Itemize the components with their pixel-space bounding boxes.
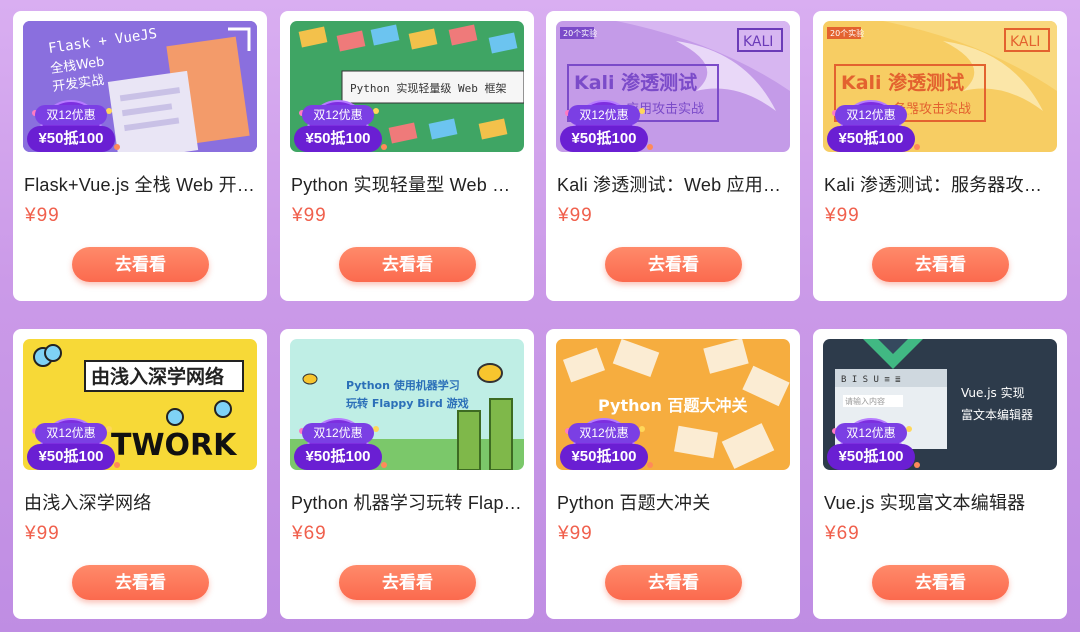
promo-badge-top: 双12优惠 — [568, 423, 640, 443]
course-price: ¥99 — [825, 205, 860, 226]
course-title[interactable]: Kali 渗透测试：Web 应用攻击实战 — [557, 171, 789, 197]
thumb-text: 富文本编辑器 — [961, 407, 1033, 422]
course-card[interactable]: Python 使用机器学习 玩转 Flappy Bird 游戏 双12优惠 ¥5… — [280, 329, 534, 619]
course-thumbnail[interactable]: 20个实验 KALI Kali 渗透测试 务器攻击实战 双12优惠 ¥50抵10… — [823, 21, 1057, 152]
course-card[interactable]: Flask + VueJS 全栈Web 开发实战 双12优惠 ¥50抵100 F… — [13, 11, 267, 301]
promo-badge-main: ¥50抵100 — [827, 126, 915, 152]
thumb-text: 20个实验 — [830, 28, 864, 38]
promo-badge-main: ¥50抵100 — [560, 444, 648, 470]
course-title[interactable]: Python 实现轻量型 Web 框架 — [291, 171, 523, 197]
thumb-text: 玩转 Flappy Bird 游戏 — [346, 396, 469, 410]
promo-badge: 双12优惠 ¥50抵100 — [23, 99, 123, 152]
promo-badge-top: 双12优惠 — [35, 423, 107, 443]
thumb-text: KALI — [1010, 34, 1040, 50]
course-price: ¥99 — [25, 205, 60, 226]
course-price: ¥99 — [558, 205, 593, 226]
view-course-button[interactable]: 去看看 — [872, 565, 1009, 600]
course-card[interactable]: 20个实验 KALI Kali 渗透测试 应用攻击实战 双12优惠 ¥50抵10… — [546, 11, 800, 301]
thumb-text: 由浅入深学网络 — [91, 365, 224, 388]
course-thumbnail[interactable]: Flask + VueJS 全栈Web 开发实战 双12优惠 ¥50抵100 — [23, 21, 257, 152]
course-card[interactable]: B I S U ≡ ≣ 请输入内容 Vue.js 实现 富文本编辑器 双12优惠… — [813, 329, 1067, 619]
thumb-text: Kali 渗透测试 — [841, 71, 964, 94]
promo-badge: 双12优惠 ¥50抵100 — [290, 99, 390, 152]
thumb-text: 20个实验 — [563, 28, 597, 38]
course-title[interactable]: Kali 渗透测试：服务器攻击实战 — [824, 171, 1056, 197]
promo-badge-main: ¥50抵100 — [560, 126, 648, 152]
promo-badge-top: 双12优惠 — [835, 423, 907, 443]
view-course-button[interactable]: 去看看 — [872, 247, 1009, 282]
promo-badge-main: ¥50抵100 — [27, 444, 115, 470]
promo-badge: 双12优惠 ¥50抵100 — [823, 99, 923, 152]
promo-badge: 双12优惠 ¥50抵100 — [23, 417, 123, 470]
promo-badge: 双12优惠 ¥50抵100 — [556, 99, 656, 152]
thumb-text: Python 百题大冲关 — [598, 396, 747, 415]
course-thumbnail[interactable]: 由浅入深学网络 TWORK 双12优惠 ¥50抵100 — [23, 339, 257, 470]
promo-badge-main: ¥50抵100 — [827, 444, 915, 470]
thumb-text: Python 实现轻量级 Web 框架 — [350, 81, 506, 95]
course-title[interactable]: 由浅入深学网络 — [24, 489, 256, 515]
course-thumbnail[interactable]: Python 使用机器学习 玩转 Flappy Bird 游戏 双12优惠 ¥5… — [290, 339, 524, 470]
thumb-text: Kali 渗透测试 — [574, 71, 697, 94]
thumb-text: KALI — [743, 34, 773, 50]
thumb-text: Vue.js 实现 — [961, 385, 1025, 400]
course-card[interactable]: Python 实现轻量级 Web 框架 双12优惠 ¥50抵100 Python… — [280, 11, 534, 301]
course-card[interactable]: 20个实验 KALI Kali 渗透测试 务器攻击实战 双12优惠 ¥50抵10… — [813, 11, 1067, 301]
course-price: ¥69 — [292, 523, 327, 544]
course-price: ¥69 — [825, 523, 860, 544]
svg-text:B I S U ≡ ≣: B I S U ≡ ≣ — [841, 375, 901, 385]
promo-badge-main: ¥50抵100 — [294, 126, 382, 152]
course-thumbnail[interactable]: Python 百题大冲关 双12优惠 ¥50抵100 — [556, 339, 790, 470]
course-price: ¥99 — [25, 523, 60, 544]
course-price: ¥99 — [558, 523, 593, 544]
promo-badge-main: ¥50抵100 — [27, 126, 115, 152]
thumb-text: TWORK — [111, 428, 238, 463]
course-price: ¥99 — [292, 205, 327, 226]
view-course-button[interactable]: 去看看 — [72, 247, 209, 282]
promo-badge-top: 双12优惠 — [835, 105, 907, 125]
view-course-button[interactable]: 去看看 — [72, 565, 209, 600]
thumb-text: 请输入内容 — [845, 396, 885, 406]
course-card[interactable]: 由浅入深学网络 TWORK 双12优惠 ¥50抵100 由浅入深学网络 ¥99 … — [13, 329, 267, 619]
view-course-button[interactable]: 去看看 — [605, 247, 742, 282]
course-title[interactable]: Python 机器学习玩转 Flappy Bird 游戏 — [291, 489, 523, 515]
course-thumbnail[interactable]: 20个实验 KALI Kali 渗透测试 应用攻击实战 双12优惠 ¥50抵10… — [556, 21, 790, 152]
course-title[interactable]: Vue.js 实现富文本编辑器 — [824, 489, 1056, 515]
promo-badge: 双12优惠 ¥50抵100 — [290, 417, 390, 470]
promo-badge-main: ¥50抵100 — [294, 444, 382, 470]
view-course-button[interactable]: 去看看 — [339, 247, 476, 282]
promo-badge: 双12优惠 ¥50抵100 — [823, 417, 923, 470]
promo-badge: 双12优惠 ¥50抵100 — [556, 417, 656, 470]
course-thumbnail[interactable]: Python 实现轻量级 Web 框架 双12优惠 ¥50抵100 — [290, 21, 524, 152]
course-thumbnail[interactable]: B I S U ≡ ≣ 请输入内容 Vue.js 实现 富文本编辑器 双12优惠… — [823, 339, 1057, 470]
view-course-button[interactable]: 去看看 — [339, 565, 476, 600]
promo-badge-top: 双12优惠 — [302, 423, 374, 443]
thumb-text: Python 使用机器学习 — [346, 378, 460, 392]
view-course-button[interactable]: 去看看 — [605, 565, 742, 600]
course-title[interactable]: Flask+Vue.js 全栈 Web 开发实战 — [24, 171, 256, 197]
course-card[interactable]: Python 百题大冲关 双12优惠 ¥50抵100 Python 百题大冲关 … — [546, 329, 800, 619]
promo-badge-top: 双12优惠 — [568, 105, 640, 125]
promo-badge-top: 双12优惠 — [302, 105, 374, 125]
course-title[interactable]: Python 百题大冲关 — [557, 489, 789, 515]
promo-badge-top: 双12优惠 — [35, 105, 107, 125]
